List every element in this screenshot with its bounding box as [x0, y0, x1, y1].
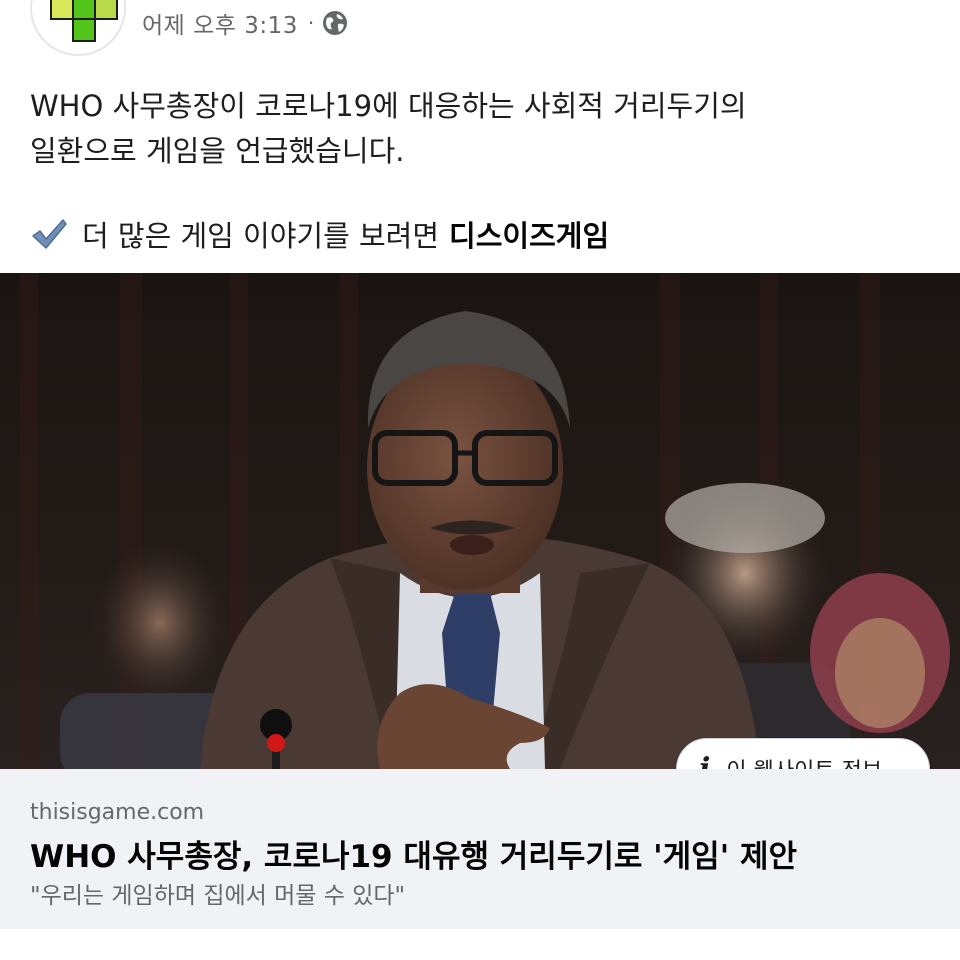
post-meta: 어제 오후 3:13 · — [142, 6, 348, 40]
page-avatar[interactable] — [30, 0, 126, 56]
speaker-photo — [0, 273, 960, 769]
link-preview-card[interactable]: thisisgame.com WHO 사무총장, 코로나19 대유행 거리두기로… — [0, 769, 960, 929]
logo-block — [94, 0, 118, 20]
link-title[interactable]: WHO 사무총장, 코로나19 대유행 거리두기로 '게임' 제안 — [30, 831, 797, 876]
logo-block — [50, 0, 74, 20]
link-preview-image[interactable] — [0, 273, 960, 769]
post-text-line: WHO 사무총장이 코로나19에 대응하는 사회적 거리두기의 — [30, 89, 747, 123]
cta-text: 더 많은 게임 이야기를 보려면 — [82, 219, 440, 253]
page-name-link[interactable]: 디스이즈게임 — [449, 213, 609, 255]
post-timestamp[interactable]: 어제 오후 3:13 — [142, 6, 298, 40]
post-text: WHO 사무총장이 코로나19에 대응하는 사회적 거리두기의 일환으로 게임을… — [30, 84, 930, 174]
logo-block — [72, 18, 96, 42]
link-domain: thisisgame.com — [30, 800, 205, 825]
check-mark-icon — [32, 219, 67, 249]
post-header: 어제 오후 3:13 · — [0, 0, 960, 60]
post-cta: 더 많은 게임 이야기를 보려면 디스이즈게임 — [30, 212, 609, 256]
link-description: "우리는 게임하며 집에서 머물 수 있다" — [30, 883, 406, 909]
post-text-line: 일환으로 게임을 언급했습니다. — [30, 134, 405, 168]
globe-icon[interactable] — [322, 10, 348, 36]
meta-separator: · — [307, 11, 315, 35]
logo-block — [72, 0, 96, 20]
